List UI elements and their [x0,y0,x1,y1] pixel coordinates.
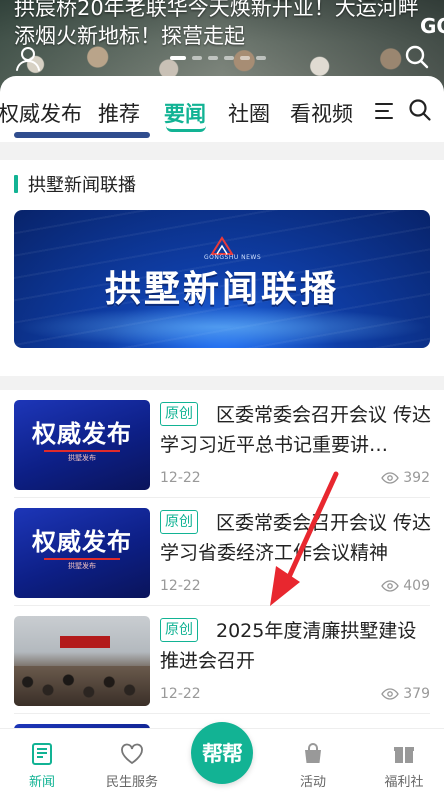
tab-recommend[interactable]: 推荐 [98,98,140,128]
article-date: 12-22 [160,686,201,702]
search-icon[interactable] [408,98,432,122]
carousel-dot [208,56,218,60]
bag-icon [305,743,321,763]
category-tabs: 权威发布 推荐 要闻 社圈 看视频 [0,76,444,142]
list-item[interactable]: 2025年度清廉拱墅建设推进会召开 原创 12-22 379 [0,606,444,714]
news-broadcast-banner[interactable]: GONGSHU NEWS 拱墅新闻联播 [14,210,430,348]
tab-headlines[interactable]: 要闻 [164,98,206,128]
carousel-dot [224,56,234,60]
nav-activities-label: 活动 [299,775,326,790]
view-count-value: 379 [403,686,430,702]
nav-benefits-label: 福利社 [384,775,424,790]
news-broadcast-section: 拱墅新闻联播 GONGSHU NEWS 拱墅新闻联播 [0,160,444,376]
view-count: 392 [381,470,430,486]
thumbnail-divider [44,450,120,452]
tab-authority[interactable]: 权威发布 [0,98,82,128]
nav-news[interactable]: 新闻 [2,741,82,790]
thumbnail-divider [44,558,120,560]
thumbnail-title: 权威发布 [32,420,132,448]
help-button-label: 帮帮 [202,742,243,766]
list-item[interactable]: 权威发布 拱墅发布 区委常委会召开会议 传达学习省委经济工作会议精神 原创 12… [0,498,444,606]
view-count: 379 [381,686,430,702]
nav-services-label: 民生服务 [105,775,158,790]
eye-icon [381,472,400,484]
section-title-marker [14,175,18,193]
view-count-value: 409 [403,578,430,594]
banner-title: 拱墅新闻联播 [104,269,339,310]
article-title: 区委常委会召开会议 传达学习省委经济工作会议精神 [160,512,432,564]
tab-community[interactable]: 社圈 [228,98,270,128]
article-thumbnail [14,616,150,706]
carousel-dot [170,56,186,60]
section-title: 拱墅新闻联播 [14,173,136,196]
search-icon[interactable] [404,44,430,70]
banner-headline-line2: 添烟火新地标！探营走起 [14,24,245,48]
carousel-dot [256,56,266,60]
tv-logo-icon [210,236,234,255]
help-button[interactable]: 帮帮 [191,722,253,784]
nav-services[interactable]: 民生服务 [92,741,172,790]
gift-icon [394,747,414,763]
article-thumbnail: 权威发布 拱墅发布 [14,508,150,598]
app-screen: 拱宸桥20年老联华今天焕新开业！大运河畔 添烟火新地标！探营走起 GO 权威发布… [0,0,444,795]
thumbnail-subtitle: 拱墅发布 [68,562,96,570]
user-icon[interactable] [14,44,42,72]
thumbnail-stage-screen [60,636,110,648]
news-list: 权威发布 拱墅发布 区委常委会召开会议 传达学习习近平总书记重要讲… 原创 12… [0,390,444,730]
carousel-dot [192,56,202,60]
tab-videos[interactable]: 看视频 [290,98,353,128]
list-item[interactable]: 权威发布 拱墅发布 区委常委会召开会议 传达学习习近平总书记重要讲… 原创 12… [0,390,444,498]
view-count: 409 [381,578,430,594]
article-thumbnail: 权威发布 拱墅发布 [14,400,150,490]
banner-side-text: GO [420,14,444,38]
carousel-indicator [170,56,266,60]
original-badge: 原创 [160,402,198,426]
banner-glow [14,306,430,347]
banner-headline-line1: 拱宸桥20年老联华今天焕新开业！大运河畔 [14,0,419,20]
newspaper-icon [32,743,52,765]
section-title-text: 拱墅新闻联播 [28,175,136,196]
article-date: 12-22 [160,470,201,486]
active-tab-indicator [166,126,206,132]
nav-benefits[interactable]: 福利社 [364,741,444,790]
thumbnail-subtitle: 拱墅发布 [68,454,96,462]
heart-icon [121,743,143,765]
article-title: 2025年度清廉拱墅建设推进会召开 [160,620,417,672]
menu-icon[interactable] [374,100,396,122]
eye-icon [381,688,400,700]
eye-icon [381,580,400,592]
article-date: 12-22 [160,578,201,594]
nav-news-label: 新闻 [28,775,55,790]
banner-headline[interactable]: 拱宸桥20年老联华今天焕新开业！大运河畔 添烟火新地标！探营走起 [14,0,419,48]
scrolled-content-edge [14,132,150,138]
original-badge: 原创 [160,618,198,642]
article-title: 区委常委会召开会议 传达学习习近平总书记重要讲… [160,404,432,456]
carousel-dot [240,56,250,60]
original-badge: 原创 [160,510,198,534]
thumbnail-title: 权威发布 [32,528,132,556]
thumbnail-audience [14,666,150,706]
nav-activities[interactable]: 活动 [273,741,353,790]
view-count-value: 392 [403,470,430,486]
